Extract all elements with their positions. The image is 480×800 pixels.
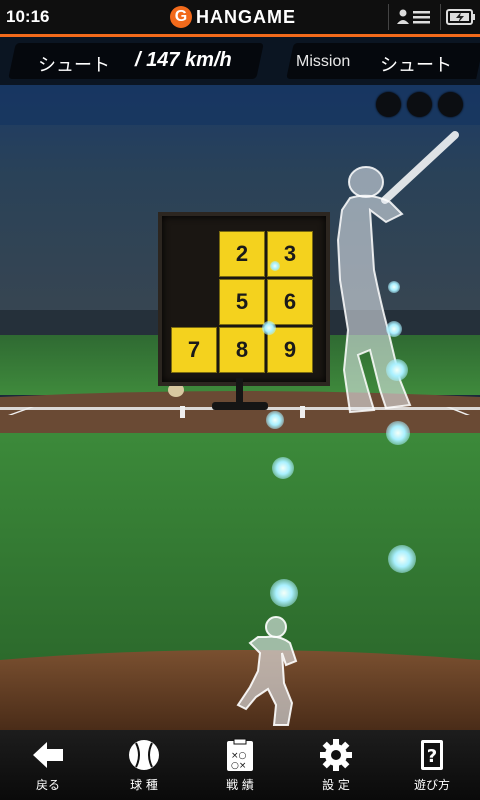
ball-trail-marker	[270, 261, 280, 271]
mission-progress-dot	[407, 92, 432, 117]
pitch-type-label: シュート	[38, 55, 110, 76]
svg-text:×○: ×○	[231, 751, 247, 761]
ball-trail-marker	[262, 321, 276, 335]
gear-icon	[320, 739, 352, 771]
game-field[interactable]: 2 3 5 6 7 8 9	[0, 85, 480, 730]
strike-zone-grid: 2 3 5 6 7 8 9	[171, 231, 315, 375]
divider	[440, 4, 441, 30]
nav-back-button[interactable]: 戻る	[0, 730, 96, 800]
divider	[388, 4, 389, 30]
zone-cell-2[interactable]: 2	[219, 231, 265, 277]
mission-label: Mission	[296, 53, 351, 70]
mission-progress-dot	[438, 92, 463, 117]
ball-trail-marker	[386, 359, 408, 381]
mission-progress-indicator	[376, 92, 463, 117]
board-stand-base	[212, 402, 268, 410]
status-bar: 10:16 G HANGAME	[0, 0, 480, 34]
zone-cell-5[interactable]: 5	[219, 279, 265, 325]
zone-cell-7[interactable]: 7	[171, 327, 217, 373]
strike-zone-board: 2 3 5 6 7 8 9	[158, 212, 330, 386]
ball-trail-marker	[386, 421, 410, 445]
baseball-icon	[129, 740, 159, 770]
pitcher-silhouette	[236, 616, 298, 726]
nav-label: 設 定	[322, 778, 350, 792]
ball-trail-marker	[272, 457, 294, 479]
mission-value: シュート	[380, 55, 452, 76]
ball-trail-marker	[266, 411, 284, 429]
nav-pitch-type-button[interactable]: 球 種	[96, 730, 192, 800]
ball-trail-marker	[388, 281, 400, 293]
ball-trail-marker	[270, 579, 298, 607]
ball-trail-marker	[386, 321, 402, 337]
nav-label: 球 種	[130, 778, 158, 792]
nav-how-to-play-button[interactable]: ? 遊び方	[384, 730, 480, 800]
nav-settings-button[interactable]: 設 定	[288, 730, 384, 800]
ball-trail-marker	[388, 545, 416, 573]
hangame-logo: G HANGAME	[170, 5, 296, 29]
hangame-logo-text: HANGAME	[196, 6, 296, 27]
zone-cell-6[interactable]: 6	[267, 279, 313, 325]
nav-label: 遊び方	[413, 778, 450, 792]
bottom-navigation: 戻る 球 種 ×○ ○× 戦 績 設 定 ? 遊び方	[0, 730, 480, 800]
svg-text:?: ?	[427, 746, 437, 767]
zone-cell-8[interactable]: 8	[219, 327, 265, 373]
help-icon: ?	[421, 740, 443, 770]
pitch-speed: / 147 km/h	[135, 49, 232, 71]
battery-charging-icon	[446, 9, 475, 25]
nav-label: 戦 績	[226, 778, 254, 792]
svg-text:○×: ○×	[231, 761, 246, 771]
nav-label: 戻る	[35, 778, 60, 792]
nav-record-button[interactable]: ×○ ○× 戦 績	[192, 730, 288, 800]
back-arrow-icon	[33, 742, 63, 768]
zone-cell-9[interactable]: 9	[267, 327, 313, 373]
clipboard-icon: ×○ ○×	[227, 738, 253, 771]
profile-card-icon[interactable]	[396, 8, 432, 26]
mission-progress-dot	[376, 92, 401, 117]
clock: 10:16	[6, 7, 50, 26]
hangame-logo-mark: G	[170, 6, 192, 28]
pitch-info-bar: シュート / 147 km/h Mission シュート	[0, 37, 480, 85]
